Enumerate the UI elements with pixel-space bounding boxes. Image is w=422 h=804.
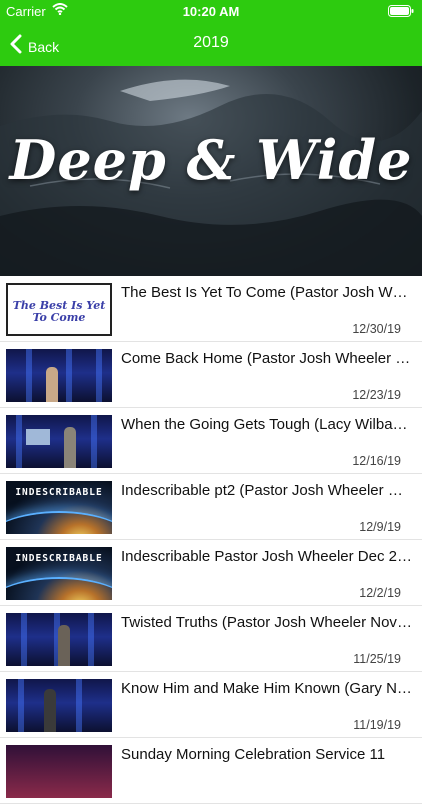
sermon-title: Come Back Home (Pastor Josh Wheeler Dec … — [121, 350, 413, 367]
sermon-date: 12/16/19 — [352, 454, 401, 468]
sermon-row[interactable]: INDESCRIBABLE Indescribable Pastor Josh … — [0, 540, 422, 606]
sermon-title: Know Him and Make Him Known (Gary Nov 19… — [121, 680, 413, 697]
navigation-bar: Back 2019 — [0, 22, 422, 66]
series-title: Deep & Wide — [9, 128, 413, 192]
sermon-date: 12/9/19 — [359, 520, 401, 534]
sermon-row[interactable]: When the Going Gets Tough (Lacy Wilbanks… — [0, 408, 422, 474]
sermon-title: Sunday Morning Celebration Service 11 — [121, 746, 386, 763]
sermon-title: Indescribable Pastor Josh Wheeler Dec 2,… — [121, 548, 413, 565]
sermon-date: 11/25/19 — [353, 652, 401, 666]
sermon-row[interactable]: INDESCRIBABLE Indescribable pt2 (Pastor … — [0, 474, 422, 540]
thumbnail-text: INDESCRIBABLE — [15, 553, 103, 564]
page-title: 2019 — [193, 34, 229, 51]
sermon-date: 12/23/19 — [352, 388, 401, 402]
sermon-row[interactable]: The Best Is Yet To Come The Best Is Yet … — [0, 276, 422, 342]
sermon-title: The Best Is Yet To Come (Pastor Josh Whe… — [121, 284, 413, 301]
sermon-list: The Best Is Yet To Come The Best Is Yet … — [0, 276, 422, 804]
sermon-date: 12/30/19 — [352, 322, 401, 336]
sermon-thumbnail — [6, 745, 112, 798]
sermon-row[interactable]: Sunday Morning Celebration Service 11 — [0, 738, 422, 804]
sermon-thumbnail: INDESCRIBABLE — [6, 547, 112, 600]
sermon-row[interactable]: Twisted Truths (Pastor Josh Wheeler Nov … — [0, 606, 422, 672]
clock: 10:20 AM — [182, 4, 240, 19]
thumbnail-text: The Best Is Yet To Come — [12, 299, 106, 324]
sermon-thumbnail — [6, 415, 112, 468]
sermon-thumbnail — [6, 613, 112, 666]
sermon-row[interactable]: Come Back Home (Pastor Josh Wheeler Dec … — [0, 342, 422, 408]
thumbnail-text: INDESCRIBABLE — [15, 487, 103, 498]
sermon-title: Indescribable pt2 (Pastor Josh Wheeler D… — [121, 482, 413, 499]
sermon-title: When the Going Gets Tough (Lacy Wilbanks… — [121, 416, 413, 433]
sermon-thumbnail — [6, 349, 112, 402]
battery-icon — [388, 5, 414, 20]
sermon-title: Twisted Truths (Pastor Josh Wheeler Nov … — [121, 614, 413, 631]
sermon-thumbnail: INDESCRIBABLE — [6, 481, 112, 534]
series-banner: Deep & Wide — [0, 66, 422, 276]
sermon-thumbnail — [6, 679, 112, 732]
sermon-date: 12/2/19 — [359, 586, 401, 600]
header-bar: Carrier 10:20 AM Back 2019 — [0, 0, 422, 66]
sermon-date: 11/19/19 — [353, 718, 401, 732]
status-bar: Carrier 10:20 AM — [0, 0, 422, 22]
sermon-thumbnail: The Best Is Yet To Come — [6, 283, 112, 336]
sermon-row[interactable]: Know Him and Make Him Known (Gary Nov 19… — [0, 672, 422, 738]
